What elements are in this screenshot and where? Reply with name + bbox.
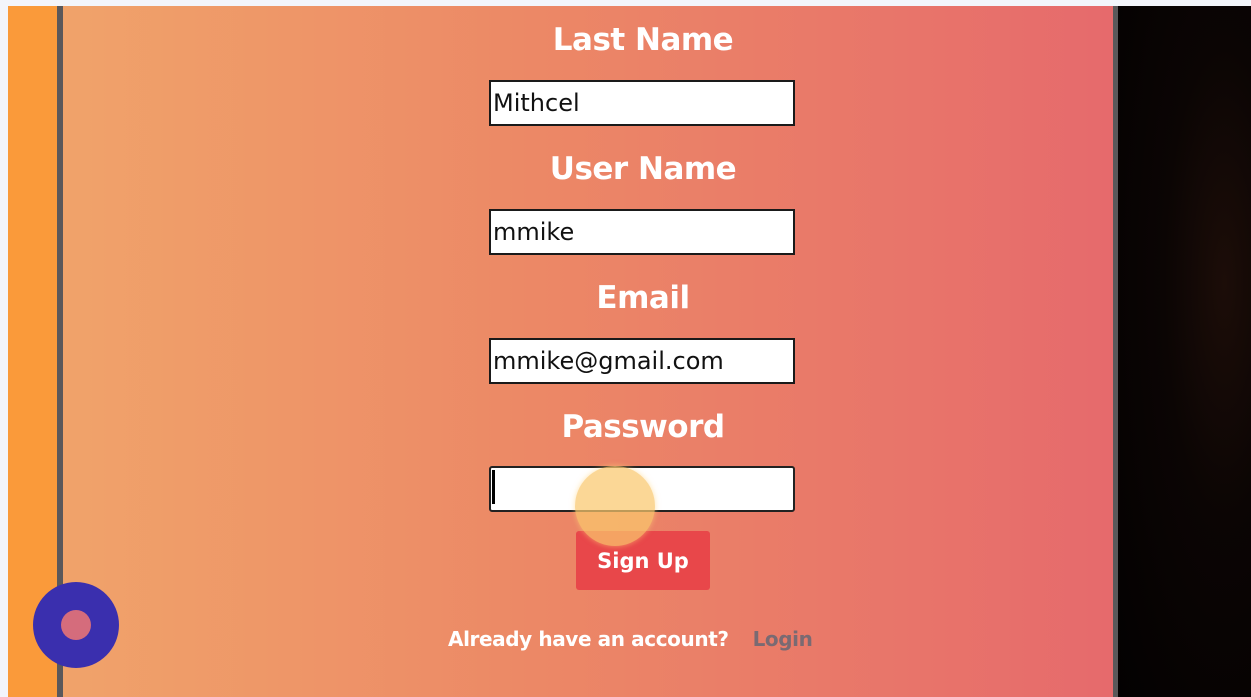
email-input[interactable] bbox=[489, 338, 795, 384]
login-prompt-row: Already have an account? Login bbox=[448, 624, 868, 654]
signup-form-panel: Last Name User Name Email Password Sign … bbox=[63, 6, 1113, 697]
last-name-input[interactable] bbox=[489, 80, 795, 126]
dark-background-image bbox=[1118, 6, 1251, 697]
user-name-input[interactable] bbox=[489, 209, 795, 255]
record-icon bbox=[61, 610, 91, 640]
text-cursor bbox=[492, 470, 495, 504]
email-label: Email bbox=[596, 280, 690, 316]
login-link[interactable]: Login bbox=[753, 627, 813, 651]
user-name-label: User Name bbox=[549, 151, 737, 187]
password-label: Password bbox=[561, 409, 725, 445]
last-name-label: Last Name bbox=[552, 22, 734, 58]
login-prompt-text: Already have an account? bbox=[448, 627, 729, 651]
record-button[interactable] bbox=[33, 582, 119, 668]
click-indicator-icon bbox=[575, 466, 655, 546]
app-frame: Last Name User Name Email Password Sign … bbox=[8, 6, 1251, 697]
